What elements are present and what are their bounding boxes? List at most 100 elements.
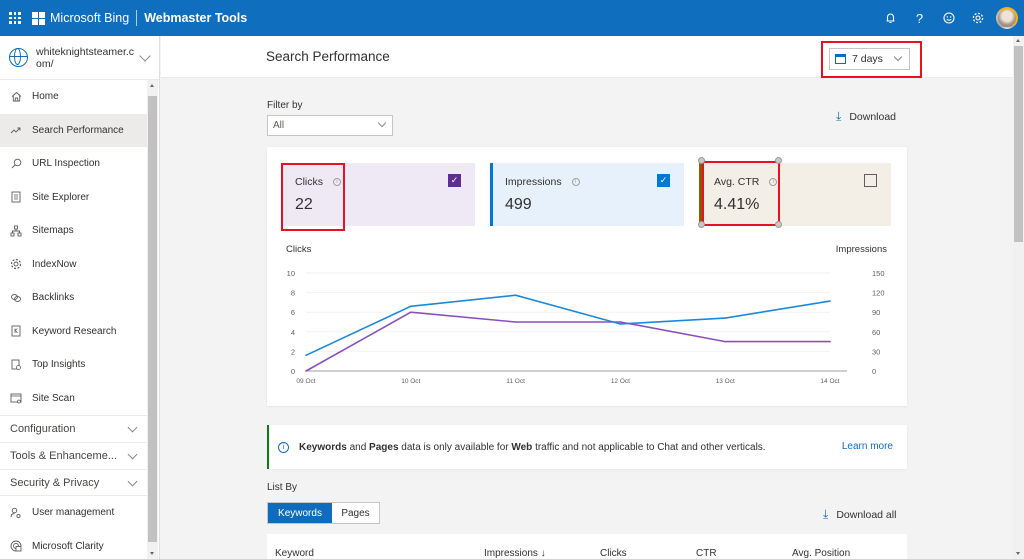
column-header-clicks[interactable]: Clicks (600, 548, 627, 559)
impressions-checkbox[interactable]: ✓ (657, 174, 670, 187)
date-range-dropdown[interactable]: 7 days (829, 48, 910, 70)
sidebar-item-keyword-research[interactable]: Keyword Research (0, 315, 148, 349)
notifications-button[interactable] (876, 0, 905, 36)
metric-label: Impressions (505, 176, 562, 188)
sidebar-item-site-scan[interactable]: Site Scan (0, 382, 148, 416)
scroll-down-arrow-icon[interactable] (1016, 552, 1020, 555)
x-tick-label: 14 Oct (820, 378, 839, 385)
help-icon: ? (915, 10, 924, 26)
line-chart-svg: 0 2 4 6 8 10 0 30 60 90 120 150 09 Oct 10 Oct 11 Oct 12… (287, 269, 885, 385)
brand-name[interactable]: Microsoft Bing (50, 11, 129, 25)
x-tick-label: 12 Oct (611, 378, 630, 385)
sitemap-icon (10, 225, 22, 237)
download-label: Download (849, 110, 897, 123)
series-line-clicks (305, 311, 830, 372)
tab-keywords[interactable]: Keywords (268, 503, 332, 523)
sidebar-item-sitemaps[interactable]: Sitemaps (0, 214, 148, 248)
gear-icon (972, 12, 983, 24)
sidebar-item-label: Search Performance (32, 124, 124, 136)
date-range-highlight: 7 days (821, 41, 922, 78)
tab-pages[interactable]: Pages (332, 503, 379, 523)
metric-impressions[interactable]: Impressions i 499 ✓ (490, 163, 684, 226)
scroll-up-arrow-icon[interactable] (150, 84, 154, 87)
filter-label: Filter by (267, 100, 303, 111)
download-all-button[interactable]: ⤓ Download all (823, 507, 896, 522)
sidebar-item-label: Home (32, 91, 59, 103)
ctr-checkbox[interactable] (864, 174, 877, 187)
sidebar-item-label: IndexNow (32, 258, 77, 270)
data-point-impressions (410, 305, 412, 308)
list-by-toggle: Keywords Pages (267, 502, 380, 524)
app-launcher-button[interactable] (0, 0, 30, 36)
performance-card: Clicks i 22 ✓ Impressions i 499 ✓ Avg. CTR… (267, 147, 907, 406)
sidebar: whiteknightsteamer.com/ Home Search Perf… (0, 36, 160, 559)
data-point-clicks (829, 340, 831, 343)
sidebar-group-tools-enhancements[interactable]: Tools & Enhanceme... (0, 442, 148, 469)
y-tick-left: 2 (291, 347, 295, 356)
sidebar-item-top-insights[interactable]: Top Insights (0, 348, 148, 382)
sidebar-item-site-explorer[interactable]: Site Explorer (0, 181, 148, 215)
column-header-ctr[interactable]: CTR (696, 548, 717, 559)
top-bar: Microsoft Bing Webmaster Tools ? (0, 0, 1024, 36)
y-tick-left: 0 (291, 367, 295, 376)
data-point-clicks (724, 340, 726, 343)
x-tick-label: 09 Oct (296, 378, 315, 385)
main-scroll-thumb[interactable] (1014, 46, 1023, 242)
filter-dropdown[interactable]: All (267, 115, 393, 136)
download-button[interactable]: ⤓ Download (836, 109, 896, 124)
column-header-avg-position[interactable]: Avg. Position (792, 548, 850, 559)
sidebar-group-security-privacy[interactable]: Security & Privacy (0, 469, 148, 496)
y-tick-left: 8 (291, 289, 295, 298)
scroll-up-arrow-icon[interactable] (1016, 39, 1020, 42)
y-tick-right: 150 (872, 269, 885, 278)
sidebar-item-url-inspection[interactable]: URL Inspection (0, 147, 148, 181)
y-tick-left: 6 (291, 308, 295, 317)
y-tick-right: 30 (872, 347, 880, 356)
product-name[interactable]: Webmaster Tools (144, 11, 247, 25)
x-tick-label: 10 Oct (401, 378, 420, 385)
y-tick-right: 60 (872, 328, 880, 337)
sidebar-item-backlinks[interactable]: Backlinks (0, 281, 148, 315)
column-header-keyword[interactable]: Keyword (275, 548, 314, 559)
sidebar-group-label: Tools & Enhanceme... (10, 450, 118, 462)
settings-button[interactable] (963, 0, 992, 36)
resize-handle[interactable] (698, 157, 705, 164)
help-button[interactable]: ? (905, 0, 934, 36)
page-header: Search Performance 7 days (161, 36, 1013, 78)
learn-more-link[interactable]: Learn more (842, 441, 893, 452)
data-point-clicks (410, 311, 412, 313)
y-tick-left: 4 (291, 328, 295, 337)
brand-divider (136, 10, 138, 26)
keywords-table: Keyword Impressions ↓ Clicks CTR Avg. Po… (267, 534, 907, 559)
user-avatar[interactable] (996, 7, 1018, 29)
scroll-down-arrow-icon[interactable] (150, 552, 154, 555)
info-icon[interactable]: i (571, 178, 580, 186)
sidebar-item-indexnow[interactable]: IndexNow (0, 248, 148, 282)
page-title: Search Performance (266, 49, 390, 64)
site-picker[interactable]: whiteknightsteamer.com/ (0, 36, 159, 80)
sidebar-group-label: Configuration (10, 423, 76, 435)
sidebar-item-microsoft-clarity[interactable]: Microsoft Clarity (0, 530, 148, 559)
data-point-impressions (724, 317, 726, 319)
sidebar-nav: Home Search Performance URL Inspection S… (0, 80, 159, 559)
sidebar-item-home[interactable]: Home (0, 80, 148, 114)
x-tick-label: 11 Oct (506, 378, 525, 385)
keyword-icon (10, 325, 22, 337)
column-header-impressions[interactable]: Impressions ↓ (484, 548, 546, 559)
sidebar-item-search-performance[interactable]: Search Performance (0, 113, 148, 147)
resize-handle[interactable] (775, 157, 782, 164)
link-icon (10, 292, 22, 304)
sidebar-scrollbar[interactable] (147, 80, 158, 559)
clicks-checkbox[interactable]: ✓ (448, 174, 461, 187)
sidebar-item-label: Site Scan (32, 392, 75, 404)
feedback-button[interactable] (934, 0, 963, 36)
resize-handle[interactable] (698, 221, 705, 228)
sidebar-item-label: Site Explorer (32, 191, 90, 203)
download-icon: ⤓ (836, 109, 842, 123)
sidebar-item-user-management[interactable]: User management (0, 496, 148, 530)
performance-chart: Clicks Impressions 0 2 4 6 8 10 0 30 60 90 120 150 0… (267, 237, 907, 397)
sidebar-group-configuration[interactable]: Configuration (0, 415, 148, 442)
sidebar-scroll-thumb[interactable] (148, 96, 157, 542)
main-scrollbar[interactable] (1013, 36, 1024, 559)
resize-handle[interactable] (775, 221, 782, 228)
